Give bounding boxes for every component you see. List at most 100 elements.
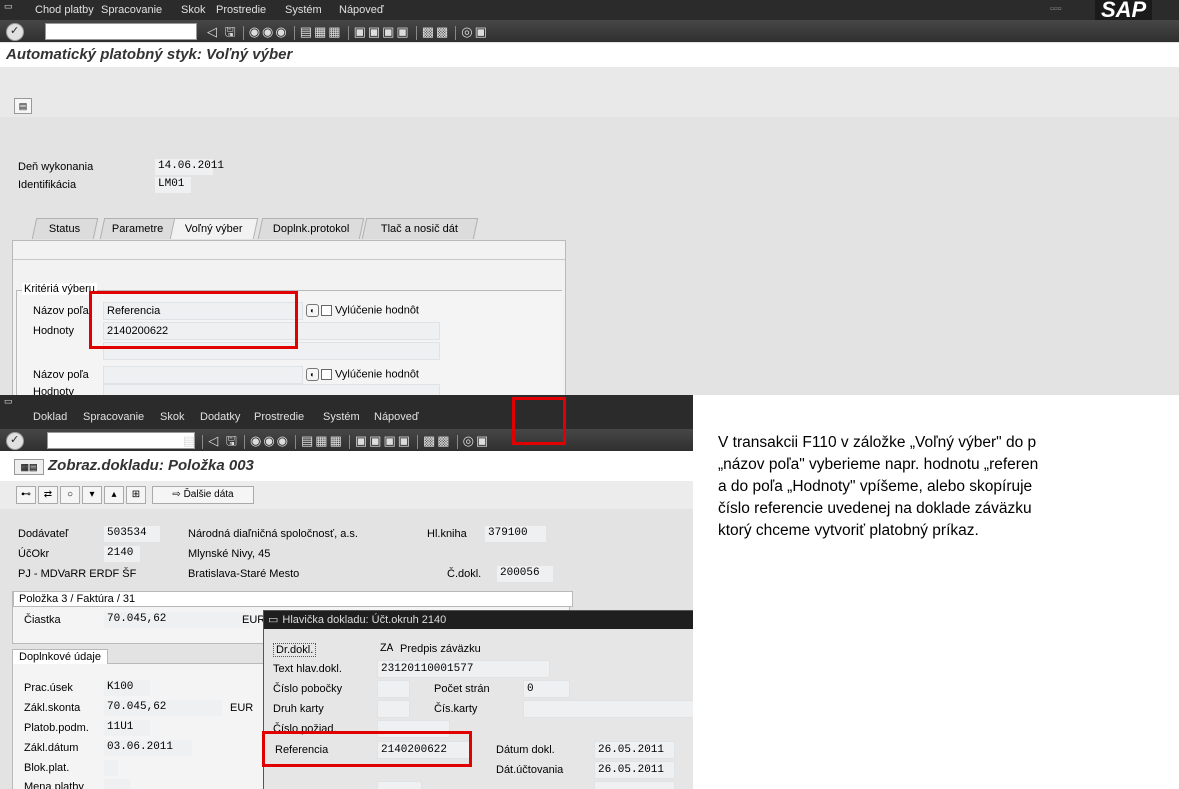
document-icons[interactable]: ▦▤ <box>14 459 44 475</box>
item-group-title: Položka 3 / Faktúra / 31 <box>13 591 573 607</box>
menu-spracovanie[interactable]: Spracovanie <box>101 4 162 16</box>
toolbar-button-3[interactable]: ○ <box>60 486 80 504</box>
menu-bar-2: ▭ Doklad Spracovanie Skok Dodatky Prostr… <box>0 395 693 429</box>
explanation-line-1: V transakcii F110 v záložke „Voľný výber… <box>718 434 1037 451</box>
menu-skok-2[interactable]: Skok <box>160 411 184 423</box>
vendor-city: Bratislava-Staré Mesto <box>188 568 300 580</box>
highlight-referencia <box>89 291 298 349</box>
popup-header: ▭ Hlavička dokladu: Účt.okruh 2140 <box>264 611 693 629</box>
posting-date-field[interactable]: 26.05.2011 <box>594 761 675 779</box>
multiple-selection-icon-2[interactable]: ◐ <box>306 368 319 381</box>
sap-window-payment-run: ▭ Chod platby Spracovanie Skok Prostredi… <box>0 0 1179 395</box>
tab-status[interactable]: Status <box>31 218 99 239</box>
menu-spracovanie-2[interactable]: Spracovanie <box>83 411 144 423</box>
values-label-2: Hodnoty <box>33 386 74 395</box>
checkbox-icon-2[interactable] <box>321 369 332 380</box>
explanation-text: V transakcii F110 v záložke „Voľný výber… <box>718 432 1179 542</box>
toolbar-button-1[interactable]: ⊷ <box>16 486 36 504</box>
menu-system[interactable]: Systém <box>285 4 322 16</box>
popup-title: Hlavička dokladu: Účt.okruh 2140 <box>282 614 447 626</box>
discount-currency: EUR <box>230 702 254 714</box>
popup-row-8-field-2[interactable] <box>594 781 675 789</box>
field-name-label-2: Názov poľa <box>33 369 89 381</box>
page-title: Automatický platobný styk: Voľný výber <box>0 43 1179 67</box>
ledger-value: 379100 <box>485 526 546 542</box>
doc-type-label: Dr.dokl. <box>273 643 317 657</box>
project-text: PJ - MDVaRR ERDF ŠF <box>18 568 137 580</box>
sap-window-document-display: ▭ Doklad Spracovanie Skok Dodatky Prostr… <box>0 395 693 789</box>
enter-icon[interactable] <box>6 23 24 41</box>
window-icon[interactable]: ▭ <box>4 1 13 12</box>
doc-date-field[interactable]: 26.05.2011 <box>594 741 675 759</box>
command-field-2[interactable] <box>47 432 195 449</box>
discount-base-label: Zákl.skonta <box>24 702 81 714</box>
company-code-value: 2140 <box>104 546 140 562</box>
vendor-street: Mlynské Nivy, 45 <box>188 548 271 560</box>
toolbar-icons-2[interactable]: ▤ ◁ 🖫 ◉◉◉ ▤▦▦ ▣▣▣▣ ▩▩ ◎▣ <box>183 432 490 449</box>
toolbar-button-6[interactable]: ⊞ <box>126 486 146 504</box>
exclude-values-checkbox-2[interactable]: ◐ Vylúčenie hodnôt <box>306 368 419 381</box>
explanation-line-2: „názov poľa" vyberieme napr. hodnotu „re… <box>718 456 1039 473</box>
more-data-button[interactable]: ⇨ Ďalšie dáta <box>152 486 254 504</box>
card-no-field[interactable] <box>523 700 693 718</box>
amount-currency: EUR <box>242 614 266 626</box>
branch-field[interactable] <box>377 680 410 698</box>
toolbar-button-2[interactable]: ⇄ <box>38 486 58 504</box>
doc-no-label: Č.dokl. <box>447 568 482 580</box>
checkbox-icon[interactable] <box>321 305 332 316</box>
posting-date-label: Dát.účtovania <box>496 764 564 776</box>
explanation-line-3: a do poľa „Hodnoty" vpíšeme, alebo skopí… <box>718 478 1033 495</box>
card-type-field[interactable] <box>377 700 410 718</box>
field-name-input-2[interactable] <box>103 366 303 384</box>
highlight-toolbar-area <box>512 397 566 445</box>
menu-bar: ▭ Chod platby Spracovanie Skok Prostredi… <box>0 0 1179 23</box>
previous-icon[interactable]: ▴ <box>104 486 124 504</box>
vendor-name: Národná diaľničná spoločnosť, a.s. <box>188 528 358 540</box>
base-date-value: 03.06.2011 <box>104 740 192 756</box>
payment-terms-label: Platob.podm. <box>24 722 89 734</box>
doc-type-text: Predpis záväzku <box>400 643 481 655</box>
menu-dodatky[interactable]: Dodatky <box>200 411 240 423</box>
menu-system-2[interactable]: Systém <box>323 411 360 423</box>
tab-doplnk-protokol[interactable]: Doplnk.protokol <box>257 218 365 239</box>
identification-field[interactable]: LM01 <box>155 177 191 193</box>
explanation-line-5: ktorý chceme vytvoriť platobný príkaz. <box>718 522 979 539</box>
menu-prostredie-2[interactable]: Prostredie <box>254 411 304 423</box>
ledger-label: Hl.kniha <box>427 528 467 540</box>
header-text-field[interactable]: 23120110001577 <box>377 660 550 678</box>
tab-content-divider <box>13 259 565 260</box>
explanation-line-4: číslo referencie uvedenej na doklade záv… <box>718 500 1032 517</box>
document-title: Zobraz.dokladu: Položka 003 <box>48 457 254 474</box>
tab-parametre[interactable]: Parametre <box>99 218 177 239</box>
doc-no-value: 200056 <box>497 566 553 582</box>
tab-volny-vyber[interactable]: Voľný výber <box>169 218 259 239</box>
pages-field[interactable]: 0 <box>523 680 570 698</box>
work-unit-label: Prac.úsek <box>24 682 73 694</box>
command-field[interactable] <box>45 23 197 40</box>
window-icon-2[interactable]: ▭ <box>4 396 13 407</box>
menu-skok[interactable]: Skok <box>181 4 205 16</box>
enter-icon-2[interactable] <box>6 432 24 450</box>
execution-day-field[interactable]: 14.06.2011 <box>155 159 224 175</box>
block-value <box>104 760 118 776</box>
payment-currency-label: Mena platby <box>24 781 84 789</box>
amount-value: 70.045,62 <box>104 612 250 628</box>
multiple-selection-icon[interactable]: ◐ <box>306 304 319 317</box>
menu-prostredie[interactable]: Prostredie <box>216 4 266 16</box>
exclude-values-checkbox[interactable]: ◐ Vylúčenie hodnôt <box>306 304 419 317</box>
values-input-2[interactable] <box>103 384 440 395</box>
menu-napoved-2[interactable]: Nápoveď <box>374 411 419 423</box>
variants-icon[interactable]: ▤ <box>14 98 32 114</box>
pages-label: Počet strán <box>434 683 490 695</box>
branch-label: Číslo pobočky <box>273 683 343 695</box>
standard-toolbar: ◁ 🖫◉◉◉▤▦▦▣▣▣▣▩▩◎▣ <box>0 20 1179 42</box>
window-controls-icon[interactable]: ▫▫▫ <box>1050 3 1062 15</box>
card-no-label: Čís.karty <box>434 703 478 715</box>
next-icon[interactable]: ▾ <box>82 486 102 504</box>
toolbar-icons[interactable]: ◁ 🖫 ◉◉◉ ▤▦▦ ▣▣▣▣ ▩▩ ◎▣ <box>207 23 489 40</box>
menu-chod-platby[interactable]: Chod platby <box>35 4 94 16</box>
tab-tlac-nosic[interactable]: Tlač a nosič dát <box>361 218 479 239</box>
popup-row-8-field[interactable] <box>377 781 422 789</box>
menu-doklad[interactable]: Doklad <box>33 411 67 423</box>
menu-napoved[interactable]: Nápoveď <box>339 4 384 16</box>
